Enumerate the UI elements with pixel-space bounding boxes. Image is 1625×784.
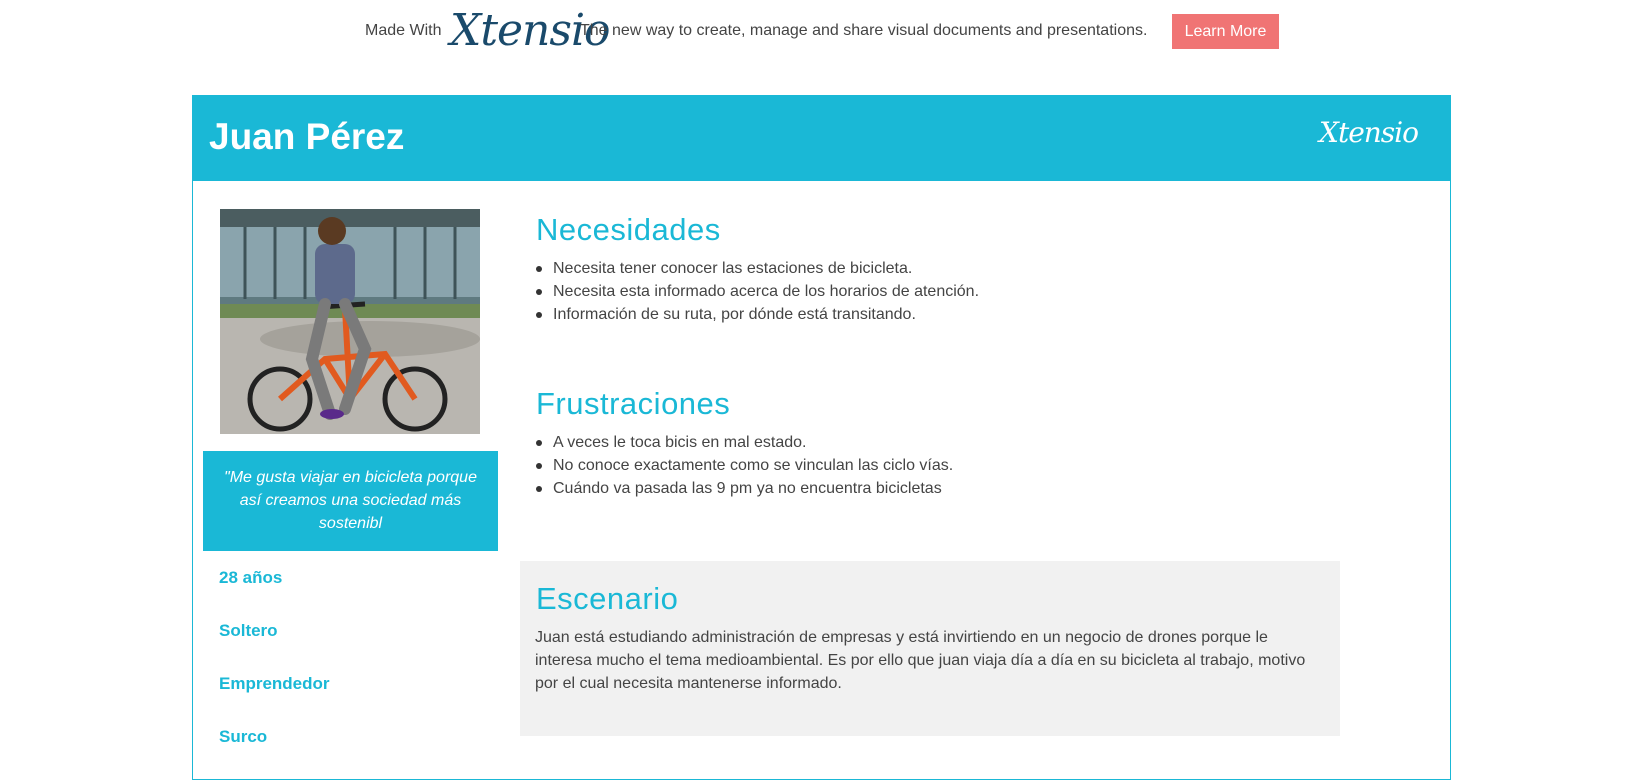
frustrations-title: Frustraciones — [536, 386, 731, 421]
persona-card: Juan Pérez Xtensio "Me gusta viajar en b… — [192, 95, 1451, 780]
promo-tagline: The new way to create, manage and share … — [580, 22, 1148, 39]
header-xtensio-logo: Xtensio — [1319, 116, 1419, 149]
promo-bar: Made With Xtensio The new way to create,… — [0, 0, 1625, 62]
list-item: Necesita tener conocer las estaciones de… — [536, 257, 979, 280]
scenario-section: Escenario Juan está estudiando administr… — [520, 561, 1340, 736]
persona-name: Juan Pérez — [209, 116, 405, 157]
card-header: Juan Pérez Xtensio — [193, 96, 1450, 181]
made-with-label: Made With — [365, 22, 442, 39]
list-item: No conoce exactamente como se vinculan l… — [536, 454, 953, 477]
learn-more-button[interactable]: Learn More — [1172, 14, 1279, 49]
list-item: Cuándo va pasada las 9 pm ya no encuentr… — [536, 477, 953, 500]
needs-title: Necesidades — [536, 212, 721, 247]
scenario-text: Juan está estudiando administración de e… — [535, 629, 1306, 692]
needs-list: Necesita tener conocer las estaciones de… — [536, 257, 979, 326]
attribute-status: Soltero — [219, 621, 278, 640]
persona-quote: "Me gusta viajar en bicicleta porque así… — [203, 451, 498, 551]
attribute-age: 28 años — [219, 568, 283, 587]
frustrations-list: A veces le toca bicis en mal estado. No … — [536, 431, 953, 500]
persona-photo — [220, 209, 480, 434]
scenario-title: Escenario — [536, 581, 679, 616]
list-item: Información de su ruta, por dónde está t… — [536, 303, 979, 326]
cyclist-photo-icon — [220, 209, 480, 434]
list-item: Necesita esta informado acerca de los ho… — [536, 280, 979, 303]
attribute-location: Surco — [219, 727, 268, 746]
attribute-occupation: Emprendedor — [219, 674, 330, 693]
list-item: A veces le toca bicis en mal estado. — [536, 431, 953, 454]
